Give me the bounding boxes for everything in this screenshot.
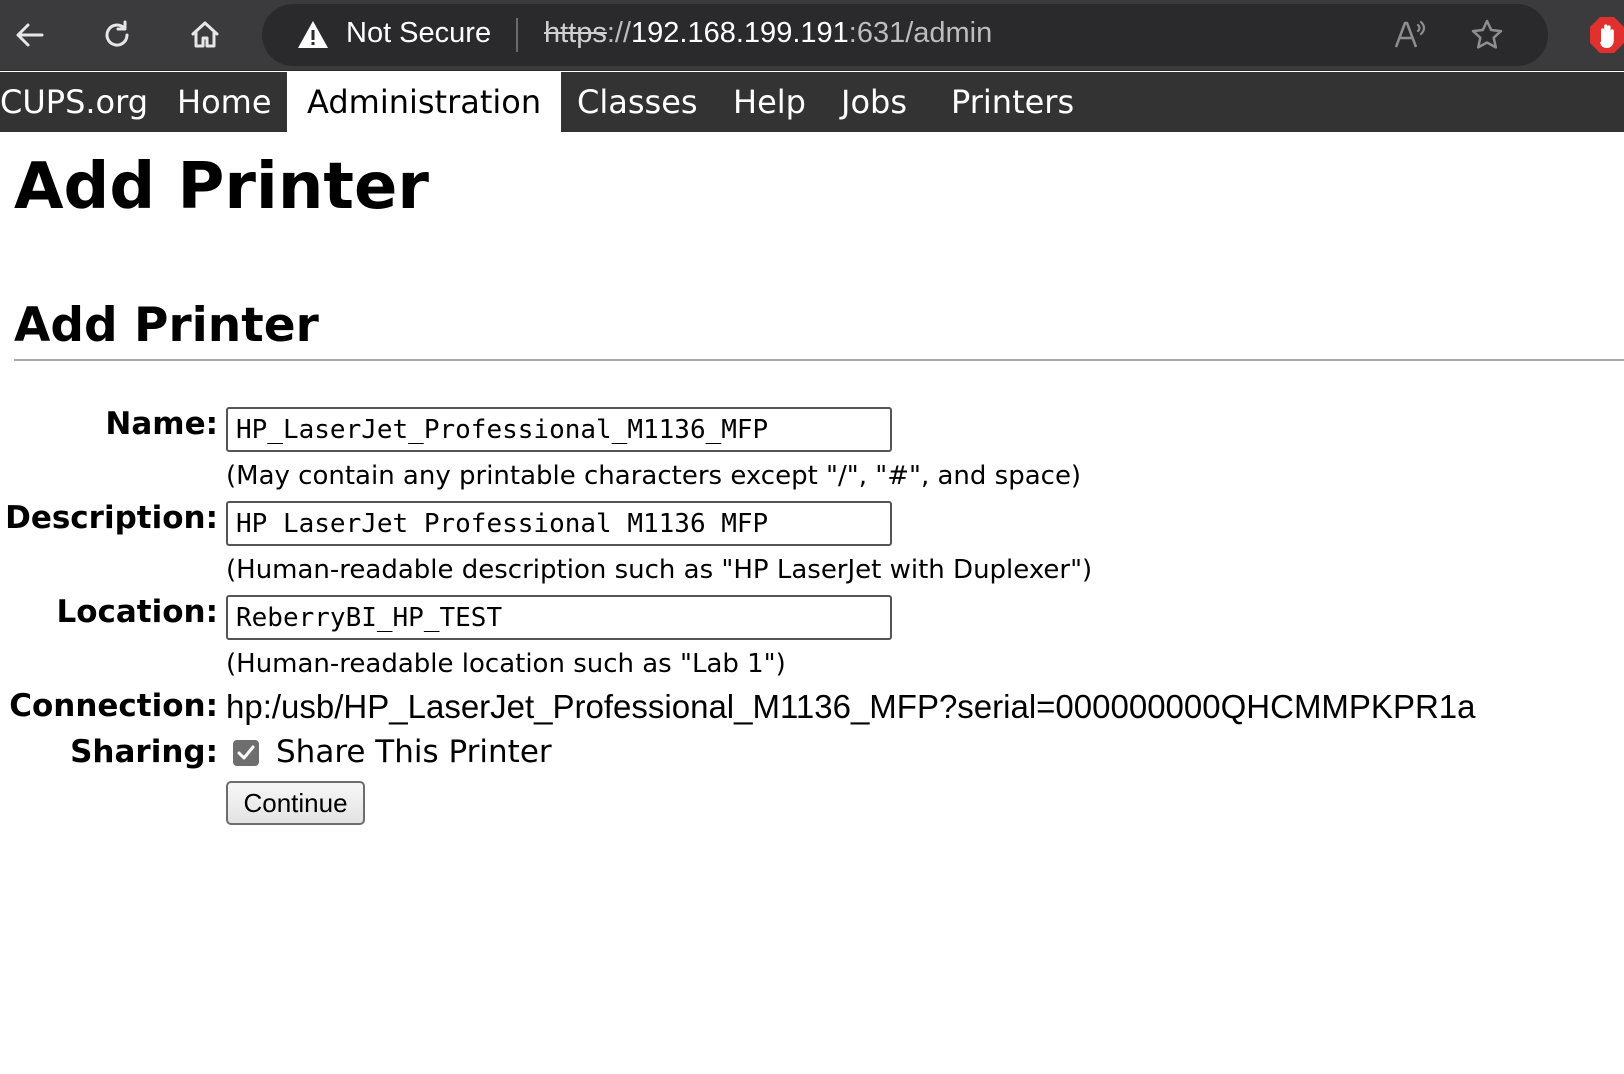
sharing-label: Sharing: xyxy=(70,734,218,770)
page-title: Add Printer xyxy=(14,150,429,224)
description-label: Description: xyxy=(5,500,218,536)
browser-toolbar: Not Secure https://192.168.199.191:631/a… xyxy=(0,0,1624,71)
continue-button[interactable]: Continue xyxy=(226,781,365,825)
reload-icon[interactable] xyxy=(97,15,137,55)
url-text[interactable]: https://192.168.199.191:631/admin xyxy=(544,17,992,50)
address-bar[interactable]: Not Secure https://192.168.199.191:631/a… xyxy=(262,4,1548,66)
back-arrow-icon[interactable] xyxy=(10,15,50,55)
warning-icon[interactable] xyxy=(296,18,330,52)
nav-classes[interactable]: Classes xyxy=(557,72,718,132)
location-label: Location: xyxy=(56,594,218,630)
url-host: 192.168.199.191 xyxy=(631,17,849,49)
name-hint: (May contain any printable characters ex… xyxy=(226,461,1082,491)
connection-uri: hp:/usb/HP_LaserJet_Professional_M1136_M… xyxy=(226,688,1476,725)
nav-home[interactable]: Home xyxy=(157,72,292,132)
nav-help[interactable]: Help xyxy=(713,72,826,132)
url-scheme: https xyxy=(544,17,607,49)
share-printer-checkbox[interactable] xyxy=(233,740,259,766)
nav-printers[interactable]: Printers xyxy=(931,72,1094,132)
cups-nav-bar: CUPS.org Home Administration Classes Hel… xyxy=(0,72,1624,132)
description-hint: (Human-readable description such as "HP … xyxy=(226,555,1093,585)
checkmark-icon xyxy=(237,745,255,760)
home-icon[interactable] xyxy=(185,15,225,55)
location-hint: (Human-readable location such as "Lab 1"… xyxy=(226,649,786,679)
share-printer-label[interactable]: Share This Printer xyxy=(276,734,552,770)
name-label: Name: xyxy=(105,406,218,442)
location-input[interactable] xyxy=(226,595,892,640)
nav-administration[interactable]: Administration xyxy=(287,72,562,132)
url-separator: :// xyxy=(606,17,632,49)
section-title: Add Printer xyxy=(14,298,319,353)
nav-cups-org[interactable]: CUPS.org xyxy=(0,72,168,132)
nav-jobs[interactable]: Jobs xyxy=(821,72,927,132)
section-divider xyxy=(14,359,1624,361)
connection-label: Connection: xyxy=(9,688,218,724)
security-status-text[interactable]: Not Secure xyxy=(346,17,491,50)
ad-block-extension-icon[interactable] xyxy=(1590,16,1624,54)
favorite-star-icon[interactable] xyxy=(1469,17,1505,57)
address-divider xyxy=(516,18,518,52)
url-path: :631/admin xyxy=(848,17,993,49)
name-input[interactable] xyxy=(226,407,892,452)
read-aloud-icon[interactable] xyxy=(1392,17,1428,57)
description-input[interactable] xyxy=(226,501,892,546)
